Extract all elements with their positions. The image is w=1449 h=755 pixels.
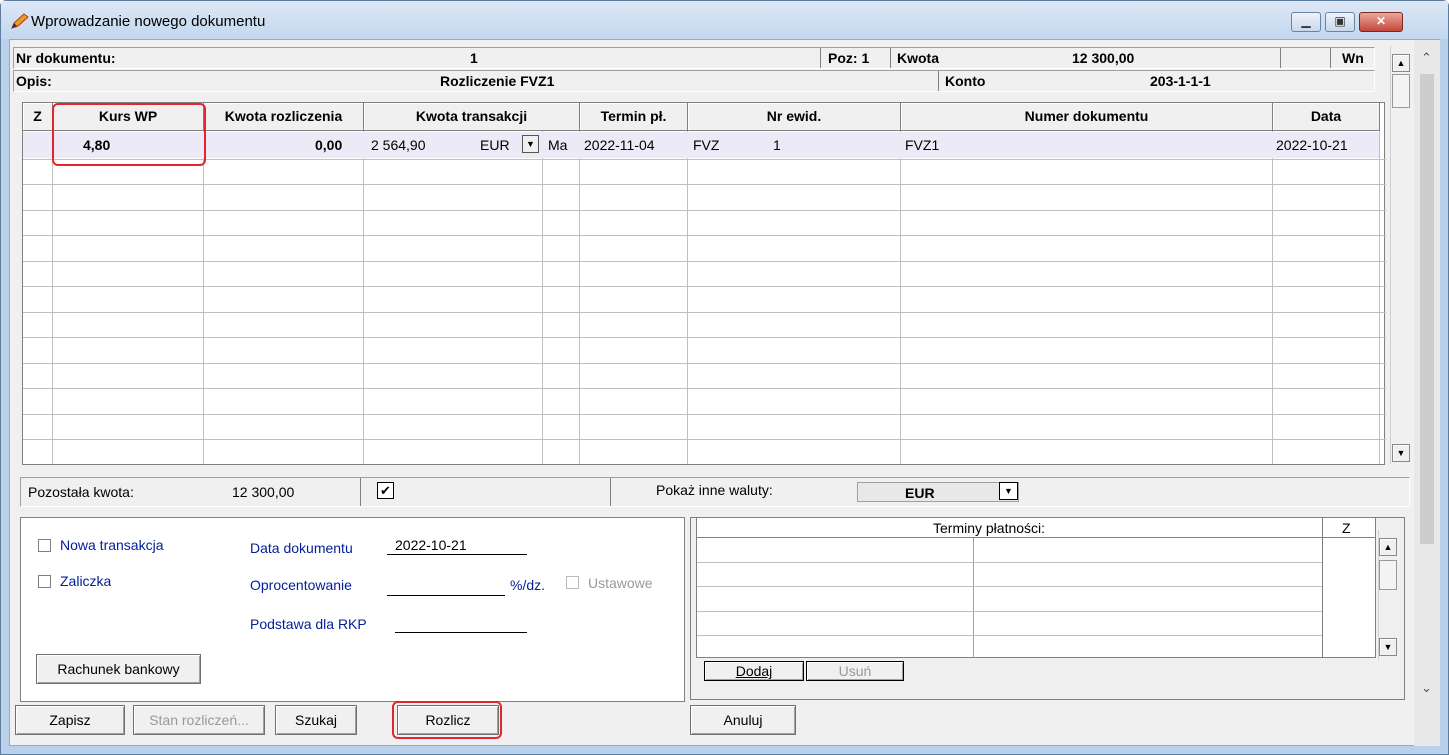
kwota-label: Kwota	[897, 50, 939, 66]
podstawa-input[interactable]	[395, 632, 527, 633]
scroll-thumb[interactable]	[1392, 74, 1410, 108]
nowa-transakcja-checkbox[interactable]	[38, 539, 51, 552]
pozostala-label: Pozostała kwota:	[28, 484, 134, 500]
rachunek-bankowy-button[interactable]: Rachunek bankowy	[36, 654, 201, 684]
col-header-data[interactable]: Data	[1273, 103, 1380, 131]
window-scroll-thumb[interactable]	[1420, 74, 1434, 544]
window-title: Wprowadzanie nowego dokumentu	[31, 13, 266, 30]
unit-label: %/dz.	[510, 577, 546, 593]
grid-scrollbar[interactable]: ▲ ▼	[1390, 46, 1412, 464]
scroll-down-icon[interactable]: ▼	[1379, 638, 1397, 656]
divider	[938, 71, 939, 91]
nr-label: Nr dokumentu:	[16, 50, 116, 66]
nr-value: 1	[470, 50, 478, 66]
opis-label: Opis:	[16, 73, 52, 89]
poz-label: Poz: 1	[828, 50, 870, 66]
divider	[820, 48, 821, 68]
stan-rozliczen-button[interactable]: Stan rozliczeń...	[133, 705, 265, 735]
scroll-thumb[interactable]	[1379, 560, 1397, 590]
title-bar: Wprowadzanie nowego dokumentu ▁ ▣ ✕	[1, 1, 1448, 39]
check-icon[interactable]: ✔	[377, 482, 394, 499]
numer-dokumentu-cell[interactable]: FVZ1	[905, 135, 939, 155]
inne-waluty-label: Pokaż inne waluty:	[656, 482, 773, 498]
divider	[1322, 518, 1323, 658]
kwota-value: 12 300,00	[1072, 50, 1135, 66]
pencil-icon	[11, 13, 29, 29]
divider	[1330, 48, 1331, 68]
divider	[360, 478, 361, 506]
side-value: Wn	[1342, 50, 1364, 66]
termin-cell[interactable]: 2022-11-04	[584, 135, 655, 155]
scroll-up-icon[interactable]: ▲	[1379, 538, 1397, 556]
nr-ewid-type-cell[interactable]: FVZ	[693, 135, 719, 155]
col-header-nr-ewid[interactable]: Nr ewid.	[688, 103, 901, 131]
nowa-transakcja-label[interactable]: Nowa transakcja	[60, 536, 164, 556]
maximize-button[interactable]: ▣	[1325, 12, 1355, 32]
window: Wprowadzanie nowego dokumentu ▁ ▣ ✕ Nr d…	[0, 0, 1449, 755]
col-header-kwota-rozliczenia[interactable]: Kwota rozliczenia	[204, 103, 364, 131]
divider	[973, 538, 974, 658]
nr-ewid-number-cell[interactable]: 1	[773, 135, 781, 155]
client-area: Nr dokumentu: 1 Poz: 1 Kwota 12 300,00 W…	[9, 39, 1440, 746]
pozostala-value: 12 300,00	[232, 484, 295, 500]
kwota-rozliczenia-cell[interactable]: 0,00	[315, 135, 342, 155]
chevron-down-icon[interactable]: ⌄	[1421, 680, 1432, 696]
header-row-1	[13, 47, 1375, 69]
anuluj-button[interactable]: Anuluj	[690, 705, 796, 735]
scroll-down-icon[interactable]: ▼	[1392, 444, 1410, 462]
dodaj-button[interactable]: Dodaj	[704, 661, 804, 681]
zapisz-button[interactable]: Zapisz	[15, 705, 125, 735]
ustawowe-checkbox[interactable]	[566, 576, 579, 589]
data-cell[interactable]: 2022-10-21	[1276, 135, 1348, 155]
currency-select[interactable]	[857, 482, 1019, 502]
konto-label: Konto	[945, 73, 986, 89]
settlement-grid: Z Kurs WP Kwota rozliczenia Kwota transa…	[22, 102, 1386, 465]
konto-value: 203-1-1-1	[1150, 73, 1211, 89]
terms-title: Terminy płatności:	[933, 520, 1046, 536]
opis-value: Rozliczenie FVZ1	[440, 73, 555, 89]
divider	[1280, 48, 1281, 68]
oprocentowanie-label: Oprocentowanie	[250, 577, 352, 593]
szukaj-button[interactable]: Szukaj	[275, 705, 357, 735]
ustawowe-label: Ustawowe	[588, 575, 653, 591]
terms-z-header: Z	[1342, 520, 1351, 536]
divider	[890, 48, 891, 68]
currency-dropdown-icon[interactable]: ▼	[522, 135, 539, 153]
col-header-termin[interactable]: Termin pł.	[580, 103, 688, 131]
currency-cell[interactable]: EUR	[480, 135, 510, 155]
chevron-up-icon[interactable]: ⌃	[1421, 50, 1432, 66]
col-header-numer-dokumentu[interactable]: Numer dokumentu	[901, 103, 1273, 131]
underline	[387, 554, 527, 555]
col-header-kwota-transakcji[interactable]: Kwota transakcji	[364, 103, 580, 131]
window-scrollbar[interactable]: ⌃ ⌄	[1414, 40, 1440, 746]
oprocentowanie-input[interactable]	[387, 595, 505, 596]
data-dokumentu-label: Data dokumentu	[250, 540, 353, 556]
terms-scrollbar[interactable]: ▲ ▼	[1378, 530, 1398, 660]
highlight-kurs	[52, 103, 206, 166]
podstawa-label: Podstawa dla RKP	[250, 616, 367, 632]
close-button[interactable]: ✕	[1359, 12, 1403, 32]
highlight-rozlicz	[392, 701, 502, 739]
col-header-z[interactable]: Z	[23, 103, 53, 131]
data-dokumentu-input[interactable]: 2022-10-21	[395, 536, 467, 556]
zaliczka-label[interactable]: Zaliczka	[60, 572, 111, 592]
currency-select-value[interactable]: EUR	[905, 484, 935, 504]
kwota-transakcji-cell[interactable]: 2 564,90	[371, 135, 426, 155]
chevron-down-icon[interactable]: ▼	[999, 482, 1018, 500]
scroll-up-icon[interactable]: ▲	[1392, 54, 1410, 72]
minimize-button[interactable]: ▁	[1291, 12, 1321, 32]
terms-table: Terminy płatności: Z	[696, 517, 1376, 658]
divider	[610, 478, 611, 506]
side-cell[interactable]: Ma	[548, 135, 567, 155]
zaliczka-checkbox[interactable]	[38, 575, 51, 588]
usun-button[interactable]: Usuń	[806, 661, 904, 681]
